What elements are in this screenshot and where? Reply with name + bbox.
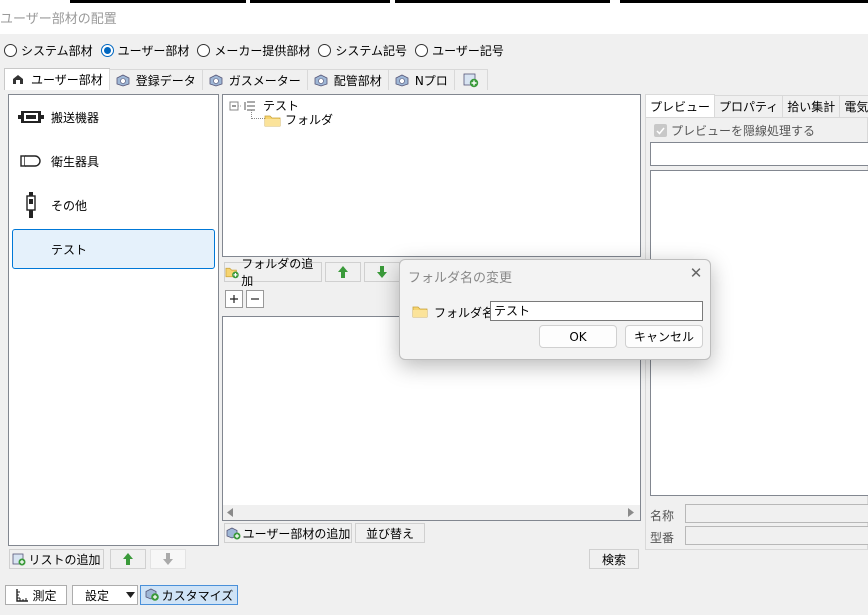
tab-preview[interactable]: プレビュー	[645, 94, 716, 117]
search-button[interactable]: 検索	[589, 549, 639, 569]
dropdown-arrow-icon	[126, 592, 135, 598]
customize-button[interactable]: カスタマイズ	[140, 585, 238, 605]
close-icon[interactable]: ✕	[688, 265, 704, 281]
title-bar	[0, 3, 868, 34]
radio-circle	[318, 43, 332, 57]
cancel-button[interactable]: キャンセル	[625, 325, 703, 348]
checkbox-box	[654, 124, 667, 137]
folder-icon	[412, 306, 428, 318]
tab-properties[interactable]: プロパティ	[714, 95, 784, 117]
hidden-line-checkbox[interactable]: プレビューを隠線処理する	[654, 122, 815, 139]
radio-circle	[4, 43, 17, 57]
folder-up-button[interactable]	[325, 262, 361, 282]
tab-n-pro[interactable]: Nプロ	[387, 69, 455, 90]
radio-circle	[415, 43, 429, 57]
cube-icon	[116, 74, 130, 86]
radio-circle	[100, 43, 114, 57]
radio-user-symbols[interactable]: ユーザー記号	[415, 42, 504, 59]
dialog-title: フォルダ名の変更	[408, 271, 513, 286]
ok-button[interactable]: OK	[539, 325, 617, 348]
folder-icon	[264, 115, 281, 126]
radio-system-parts[interactable]: システム部材	[4, 42, 93, 59]
move-up-button[interactable]	[110, 549, 146, 569]
sort-button[interactable]: 並び替え	[355, 523, 425, 543]
sanitary-icon	[20, 155, 41, 167]
arrow-down-icon	[163, 553, 173, 565]
category-panel: 搬送機器 衛生器具 その他 テスト	[8, 94, 219, 546]
expand-all-button[interactable]	[225, 290, 243, 308]
tab-user-parts[interactable]: ユーザー部材	[4, 68, 110, 90]
conveyor-icon	[18, 111, 44, 123]
user-parts-icon	[13, 75, 23, 84]
window-title: ユーザー部材の配置	[0, 12, 117, 27]
horizontal-scrollbar[interactable]	[223, 505, 640, 520]
radio-user-parts[interactable]: ユーザー部材	[100, 42, 189, 59]
model-field[interactable]	[685, 526, 868, 545]
tab-registered-data[interactable]: 登録データ	[108, 69, 203, 90]
radio-system-symbols[interactable]: システム記号	[318, 42, 407, 59]
category-item-conveyor[interactable]: 搬送機器	[12, 97, 215, 137]
cube-icon	[209, 74, 223, 86]
rename-folder-dialog: フォルダ名の変更 ✕ フォルダ名 テスト OK キャンセル	[399, 259, 711, 360]
folder-name-input[interactable]: テスト	[490, 301, 703, 321]
radio-maker-parts[interactable]: メーカー提供部材	[197, 42, 310, 59]
tree-node-folder[interactable]: フォルダ	[264, 111, 333, 128]
category-item-test[interactable]: テスト	[12, 229, 215, 269]
category-item-other[interactable]: その他	[12, 185, 215, 225]
tab-add[interactable]	[453, 69, 488, 90]
folder-name-label: フォルダ名	[434, 306, 495, 320]
customize-icon	[145, 588, 159, 601]
right-tab-strip: プレビュー プロパティ 拾い集計 電気属性	[645, 94, 868, 117]
cube-icon	[395, 74, 409, 86]
cube-icon	[314, 74, 328, 86]
settings-dropdown[interactable]: 設定	[72, 585, 138, 605]
name-label: 名称	[650, 509, 675, 523]
check-icon	[656, 127, 665, 135]
preview-name-field[interactable]	[650, 142, 868, 166]
tab-gas-meter[interactable]: ガスメーター	[201, 69, 308, 90]
tab-strip: ユーザー部材 登録データ ガスメーター 配管部材 Nプロ	[4, 68, 488, 90]
tree-connector	[251, 110, 265, 119]
scroll-right-icon[interactable]	[628, 508, 634, 517]
add-list-icon	[13, 553, 26, 565]
scroll-left-icon[interactable]	[227, 508, 233, 517]
category-item-sanitary[interactable]: 衛生器具	[12, 141, 215, 181]
add-folder-icon	[225, 267, 239, 278]
minus-icon	[251, 298, 259, 300]
add-tab-icon	[463, 73, 478, 87]
arrow-down-icon	[377, 266, 387, 278]
tab-electrical-attributes[interactable]: 電気属性	[839, 95, 868, 117]
radio-circle	[197, 43, 211, 57]
ruler-icon	[16, 589, 29, 602]
add-user-part-button[interactable]: ユーザー部材の追加	[224, 523, 352, 543]
tab-piping-parts[interactable]: 配管部材	[306, 69, 389, 90]
model-label: 型番	[650, 531, 675, 545]
add-part-icon	[226, 527, 241, 539]
folder-tree-panel: テスト フォルダ	[222, 94, 641, 257]
arrow-up-icon	[338, 266, 348, 278]
move-down-button[interactable]	[150, 549, 186, 569]
add-folder-button[interactable]: フォルダの追加	[224, 257, 322, 288]
folder-down-button[interactable]	[364, 262, 400, 282]
name-field[interactable]	[685, 504, 868, 523]
other-icon	[26, 192, 36, 218]
arrow-up-icon	[123, 553, 133, 565]
add-list-button[interactable]: リストの追加	[9, 549, 104, 569]
plus-icon	[230, 295, 238, 303]
measure-button[interactable]: 測定	[5, 585, 67, 605]
collapse-all-button[interactable]	[246, 290, 264, 308]
mode-radio-group: システム部材 ユーザー部材 メーカー提供部材 システム記号 ユーザー記号	[4, 41, 512, 59]
tab-pickup-totals[interactable]: 拾い集計	[782, 95, 841, 117]
